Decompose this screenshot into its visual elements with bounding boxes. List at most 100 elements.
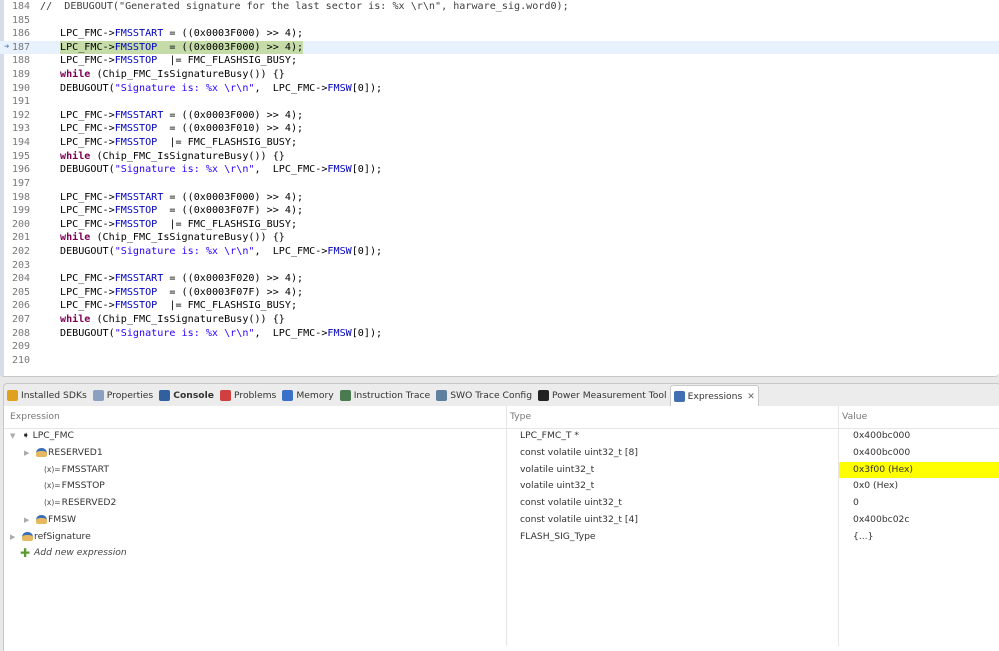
code-editor[interactable]: 184 // DEBUGOUT("Generated signature for … bbox=[0, 0, 999, 377]
code-line[interactable]: 195 while (Chip_FMC_IsSignatureBusy()) {} bbox=[0, 150, 999, 164]
line-number: 184 bbox=[12, 1, 31, 12]
code-token-plain: = ((0x0003F010) >> 4); bbox=[157, 123, 304, 135]
expression-row[interactable]: (x)=FMSSTART volatile uint32_t 0x3f00 (Hex… bbox=[4, 461, 999, 479]
tab-expressions[interactable]: Expressions ✕ bbox=[669, 384, 759, 408]
code-line[interactable]: 205 LPC_FMC->FMSSTOP = ((0x0003F07F) >> 4… bbox=[0, 286, 999, 300]
line-number: 192 bbox=[12, 109, 31, 121]
tab-power-measurement-tool[interactable]: Power Measurement Tool bbox=[535, 384, 670, 407]
code-line[interactable]: 188 LPC_FMC->FMSSTOP |= FMC_FLASHSIG_BUSY… bbox=[0, 54, 999, 68]
tab-problems[interactable]: Problems bbox=[217, 384, 279, 407]
expression-row[interactable]: (x)=FMSSTOP volatile uint32_t 0x0 (Hex) bbox=[4, 478, 999, 495]
tab-label: Instruction Trace bbox=[353, 390, 431, 401]
tab-instruction-trace[interactable]: Instruction Trace bbox=[337, 384, 433, 407]
collapse-icon[interactable]: ▼ bbox=[10, 428, 15, 445]
pointer-icon: ➧ bbox=[22, 430, 33, 441]
code-token-plain: = ((0x0003F07F) >> 4); bbox=[157, 205, 304, 217]
code-line[interactable]: 191 bbox=[0, 95, 999, 109]
code-token-plain: |= FMC_FLASHSIG_BUSY; bbox=[157, 300, 298, 312]
expression-type: const volatile uint32_t bbox=[520, 497, 623, 508]
expression-value[interactable]: {...} bbox=[839, 529, 999, 546]
close-icon[interactable]: ✕ bbox=[747, 392, 755, 402]
tab-swo-trace-config[interactable]: SWO Trace Config bbox=[433, 384, 535, 407]
expression-value[interactable]: 0x400bc02c bbox=[839, 512, 999, 529]
tab-properties[interactable]: Properties bbox=[90, 384, 156, 407]
line-text: LPC_FMC->FMSSTOP |= FMC_FLASHSIG_BUSY; bbox=[60, 218, 297, 232]
code-line[interactable]: 185 bbox=[0, 14, 999, 28]
code-token-field: FMSSTOP bbox=[114, 205, 158, 217]
line-number: 197 bbox=[12, 177, 31, 189]
expression-value[interactable]: 0 bbox=[839, 495, 999, 512]
code-line[interactable]: 202 DEBUGOUT("Signature is: %x \r\n", LPC… bbox=[0, 245, 999, 259]
expression-value[interactable]: 0x400bc000 bbox=[839, 428, 999, 445]
code-line[interactable]: 189 while (Chip_FMC_IsSignatureBusy()) {} bbox=[0, 68, 999, 82]
code-line[interactable]: 203 bbox=[0, 259, 999, 273]
tab-memory[interactable]: Memory bbox=[279, 384, 336, 407]
expand-icon[interactable]: ▶ bbox=[10, 529, 15, 546]
code-line[interactable]: 190 DEBUGOUT("Signature is: %x \r\n", LPC… bbox=[0, 82, 999, 96]
line-number: 185 bbox=[12, 14, 31, 26]
line-number: 189 bbox=[12, 69, 31, 81]
line-number: 195 bbox=[12, 150, 31, 162]
code-line[interactable]: 200 LPC_FMC->FMSSTOP |= FMC_FLASHSIG_BUSY… bbox=[0, 218, 999, 232]
code-line[interactable]: 199 LPC_FMC->FMSSTOP = ((0x0003F07F) >> 4… bbox=[0, 204, 999, 218]
code-token-plain: = ((0x0003F000) >> 4); bbox=[157, 41, 304, 53]
expression-value[interactable]: 0x3f00 (Hex) bbox=[839, 461, 999, 479]
add-icon: ✚ bbox=[20, 546, 31, 561]
code-token-kw: while bbox=[60, 150, 91, 162]
tab-installed-sdks[interactable]: Installed SDKs bbox=[4, 384, 90, 407]
expand-icon[interactable]: ▶ bbox=[24, 445, 29, 462]
expression-value[interactable]: 0x0 (Hex) bbox=[839, 478, 999, 495]
code-line[interactable]: 204 LPC_FMC->FMSSTART = ((0x0003F020) >> … bbox=[0, 272, 999, 286]
code-line[interactable]: 193 LPC_FMC->FMSSTOP = ((0x0003F010) >> 4… bbox=[0, 122, 999, 136]
code-line[interactable]: ➔ 187 LPC_FMC->FMSSTOP = ((0x0003F000) >> … bbox=[0, 40, 999, 55]
code-line[interactable]: 206 LPC_FMC->FMSSTOP |= FMC_FLASHSIG_BUSY… bbox=[0, 299, 999, 313]
expression-name-text: RESERVED1 bbox=[48, 446, 103, 458]
code-line[interactable]: 192 LPC_FMC->FMSSTART = ((0x0003F000) >> … bbox=[0, 109, 999, 123]
code-line[interactable]: 197 bbox=[0, 177, 999, 191]
code-line[interactable]: 201 while (Chip_FMC_IsSignatureBusy()) {} bbox=[0, 231, 999, 245]
code-token-plain: DEBUGOUT( bbox=[60, 245, 115, 257]
add-new-expression[interactable]: ✚ Add new expression bbox=[4, 545, 999, 562]
code-token-field: FMSSTOP bbox=[114, 286, 158, 298]
line-number: 190 bbox=[12, 82, 31, 94]
code-token-plain: LPC_FMC-> bbox=[60, 273, 115, 285]
column-expression[interactable]: Expression bbox=[10, 406, 60, 428]
line-number: 208 bbox=[12, 327, 31, 339]
code-token-plain: = ((0x0003F000) >> 4); bbox=[163, 109, 304, 121]
expression-row[interactable]: ▶ RESERVED1 const volatile uint32_t [8] 0x4… bbox=[4, 445, 999, 462]
code-line[interactable]: 184 // DEBUGOUT("Generated signature for … bbox=[0, 0, 999, 14]
column-value[interactable]: Value bbox=[842, 406, 867, 428]
line-number: 196 bbox=[12, 164, 31, 176]
code-line[interactable]: 207 while (Chip_FMC_IsSignatureBusy()) {} bbox=[0, 313, 999, 327]
expression-row[interactable]: (x)=RESERVED2 const volatile uint32_t 0 bbox=[4, 495, 999, 512]
line-number: 201 bbox=[12, 232, 31, 244]
expression-row[interactable]: ▶ FMSW const volatile uint32_t [4] 0x400bc0… bbox=[4, 512, 999, 529]
tab-label: Console bbox=[173, 390, 214, 401]
variable-icon: (x)= bbox=[44, 481, 61, 491]
line-number: 209 bbox=[12, 341, 31, 353]
line-text: LPC_FMC->FMSSTART = ((0x0003F000) >> 4); bbox=[60, 27, 303, 41]
instruction-pointer-icon: ➔ bbox=[4, 41, 10, 52]
line-text: DEBUGOUT("Signature is: %x \r\n", LPC_FM… bbox=[60, 327, 382, 341]
code-line[interactable]: 194 LPC_FMC->FMSSTOP |= FMC_FLASHSIG_BUSY… bbox=[0, 136, 999, 150]
column-type[interactable]: Type bbox=[510, 406, 531, 428]
code-line[interactable]: 209 bbox=[0, 340, 999, 354]
code-line[interactable]: 186 LPC_FMC->FMSSTART = ((0x0003F000) >> … bbox=[0, 27, 999, 41]
tab-console[interactable]: Console bbox=[156, 384, 217, 407]
code-token-plain: LPC_FMC-> bbox=[60, 286, 115, 298]
code-line[interactable]: 210 bbox=[0, 354, 999, 368]
expression-row[interactable]: ▶ refSignature FLASH_SIG_Type {...} bbox=[4, 529, 999, 546]
code-line[interactable]: 196 DEBUGOUT("Signature is: %x \r\n", LPC… bbox=[0, 163, 999, 177]
code-token-plain: LPC_FMC-> bbox=[60, 191, 115, 203]
code-token-plain: [0]); bbox=[351, 164, 383, 176]
expand-icon[interactable]: ▶ bbox=[24, 512, 29, 529]
code-line[interactable]: 208 DEBUGOUT("Signature is: %x \r\n", LPC… bbox=[0, 327, 999, 341]
expression-value[interactable]: 0x400bc000 bbox=[839, 445, 999, 462]
code-line[interactable]: 198 LPC_FMC->FMSSTART = ((0x0003F000) >> … bbox=[0, 191, 999, 205]
line-number: 198 bbox=[12, 191, 31, 203]
code-token-field: FMSW bbox=[327, 245, 352, 257]
expression-type: const volatile uint32_t [8] bbox=[520, 446, 638, 458]
expression-row[interactable]: ▼ ➧ LPC_FMC LPC_FMC_T * 0x400bc000 bbox=[4, 428, 999, 445]
structure-icon bbox=[22, 531, 33, 541]
code-token-field: FMSSTART bbox=[114, 191, 164, 203]
